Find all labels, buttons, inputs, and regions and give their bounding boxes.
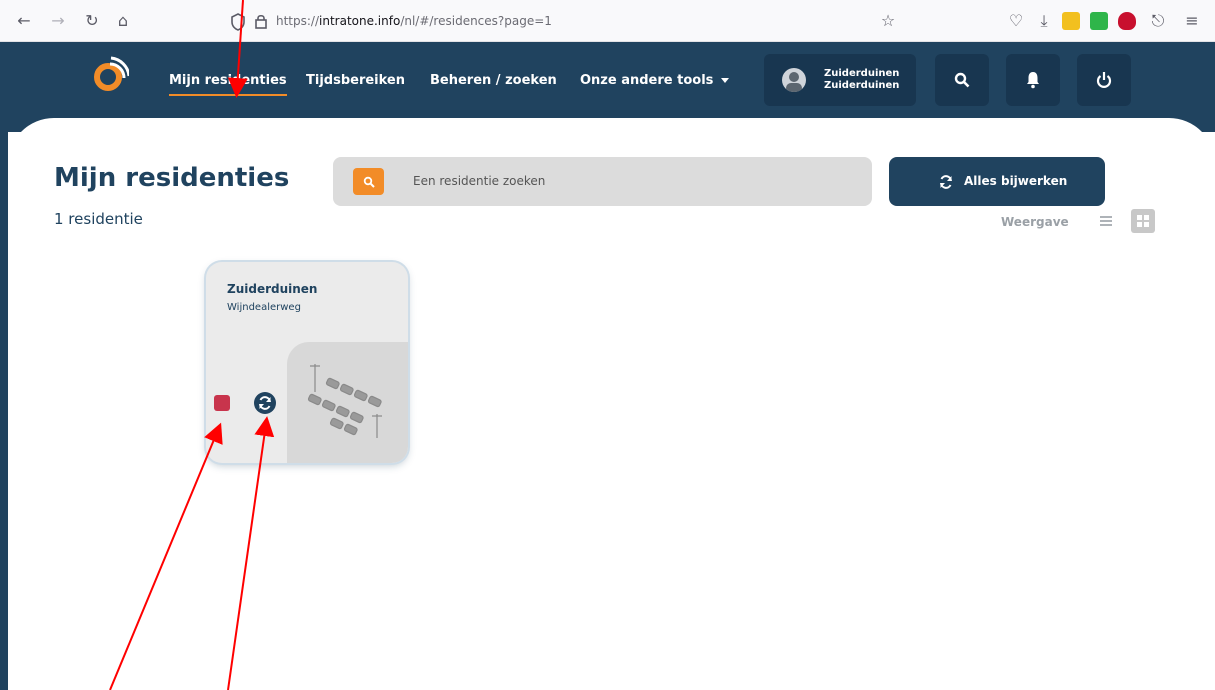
logout-button[interactable]: [1077, 54, 1131, 106]
residence-search-field[interactable]: Een residentie zoeken: [333, 157, 872, 206]
url-prefix: https://: [276, 14, 320, 28]
search-placeholder: Een residentie zoeken: [413, 174, 546, 188]
url-path: /nl/#/residences?page=1: [400, 14, 552, 28]
url-text: https://intratone.info/nl/#/residences?p…: [276, 14, 552, 28]
bookmark-star-icon[interactable]: ☆: [878, 11, 898, 31]
user-name-line1: Zuiderduinen: [824, 68, 900, 79]
search-icon: [363, 176, 375, 188]
reload-icon[interactable]: ↻: [82, 11, 102, 31]
residence-count: 1 residentie: [54, 210, 143, 228]
checkmark-extension-icon[interactable]: [1090, 12, 1108, 30]
shield-icon: [231, 13, 245, 31]
parking-illustration: [287, 342, 408, 463]
nav-onze-andere-tools[interactable]: Onze andere tools: [580, 73, 730, 88]
parking-lot-icon: [307, 364, 382, 438]
pocket-icon[interactable]: ♡: [1006, 11, 1026, 31]
residence-name: Zuiderduinen: [227, 282, 318, 296]
status-indicator: [214, 395, 230, 411]
view-label: Weergave: [1001, 215, 1069, 229]
grid-view-button[interactable]: [1131, 209, 1155, 233]
update-all-label: Alles bijwerken: [964, 174, 1068, 188]
user-account-button[interactable]: Zuiderduinen Zuiderduinen: [764, 54, 916, 106]
ublock-icon[interactable]: [1118, 12, 1136, 30]
header-search-button[interactable]: [935, 54, 989, 106]
residence-street: Wijndealerweg: [227, 302, 301, 313]
notifications-button[interactable]: [1006, 54, 1060, 106]
lock-icon: [255, 14, 267, 29]
chevron-down-icon: [721, 78, 730, 83]
avatar: [782, 68, 806, 92]
home-icon[interactable]: ⌂: [113, 11, 133, 31]
forward-icon[interactable]: →: [48, 11, 68, 31]
menu-icon[interactable]: ≡: [1182, 11, 1202, 31]
intratone-logo-icon[interactable]: [93, 56, 129, 92]
grid-view-icon: [1137, 215, 1149, 227]
search-icon: [954, 72, 970, 88]
nav-tools-label: Onze andere tools: [580, 73, 714, 88]
sync-button[interactable]: [254, 392, 276, 414]
refresh-icon: [259, 396, 271, 410]
browser-toolbar: ← → ↻ ⌂ https://intratone.info/nl/#/resi…: [0, 0, 1215, 42]
download-icon[interactable]: ⤓: [1034, 11, 1054, 31]
nav-mijn-residenties[interactable]: Mijn residenties: [169, 73, 287, 96]
nav-tijdsbereiken[interactable]: Tijdsbereiken: [306, 73, 405, 88]
update-all-button[interactable]: Alles bijwerken: [889, 157, 1105, 206]
back-icon[interactable]: ←: [14, 11, 34, 31]
user-name: Zuiderduinen Zuiderduinen: [824, 68, 899, 92]
list-view-icon[interactable]: [1098, 213, 1114, 229]
search-button[interactable]: [353, 168, 384, 195]
page-title: Mijn residenties: [54, 163, 290, 193]
user-name-line2: Zuiderduinen: [824, 80, 900, 91]
extension-icon[interactable]: [1062, 12, 1080, 30]
nav-beheren-zoeken[interactable]: Beheren / zoeken: [430, 73, 557, 88]
refresh-icon: [940, 175, 952, 189]
residence-card[interactable]: Zuiderduinen Wijndealerweg: [206, 262, 408, 463]
power-icon: [1096, 72, 1112, 88]
share-icon[interactable]: ⎋: [1148, 11, 1168, 31]
bell-icon: [1027, 72, 1039, 89]
frame-left-edge: [0, 118, 8, 690]
address-bar[interactable]: https://intratone.info/nl/#/residences?p…: [228, 9, 900, 35]
url-domain: intratone.info: [319, 14, 401, 28]
